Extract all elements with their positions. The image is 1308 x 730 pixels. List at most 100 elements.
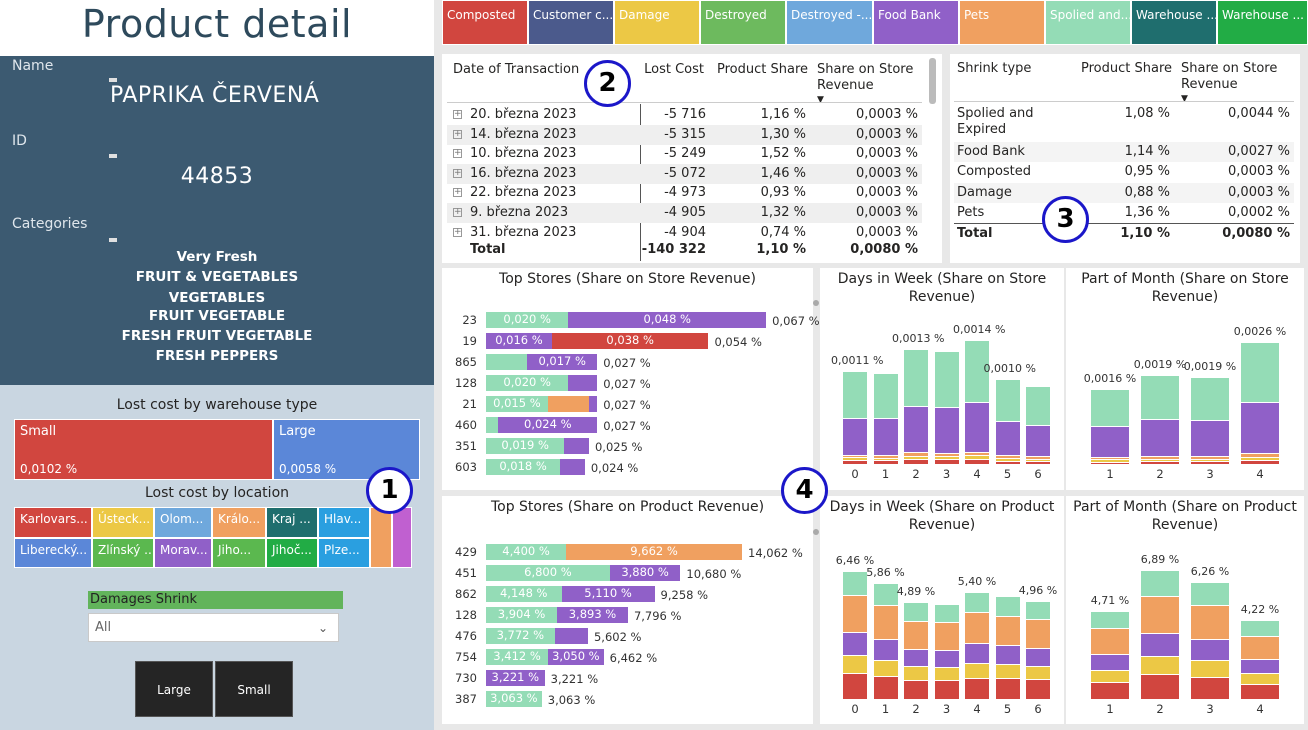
bar-segment[interactable]: 3,880 % bbox=[609, 565, 681, 581]
location-cell[interactable]: Plze... bbox=[318, 538, 370, 568]
column-segment[interactable] bbox=[843, 673, 867, 699]
column-segment[interactable] bbox=[934, 666, 959, 680]
col-header-date[interactable]: Date of Transaction bbox=[453, 62, 579, 78]
col-header-store-share[interactable]: Share on Store Revenue bbox=[817, 62, 917, 94]
column-segment[interactable] bbox=[934, 649, 959, 667]
column-segment[interactable] bbox=[965, 459, 989, 464]
location-cell[interactable] bbox=[392, 507, 412, 568]
bar-segment[interactable]: 9,662 % bbox=[566, 544, 742, 560]
column-segment[interactable] bbox=[843, 460, 867, 464]
column-segment[interactable] bbox=[965, 662, 989, 678]
column-segment[interactable] bbox=[1241, 683, 1279, 699]
legend-button[interactable]: Customer c... bbox=[528, 0, 614, 45]
column-segment[interactable] bbox=[1026, 456, 1050, 459]
bar-segment[interactable]: 0,038 % bbox=[551, 333, 709, 349]
bar-segment[interactable] bbox=[547, 396, 589, 412]
column-segment[interactable] bbox=[1091, 654, 1129, 670]
column-segment[interactable] bbox=[904, 602, 928, 621]
column-segment[interactable] bbox=[873, 638, 898, 660]
column-segment[interactable] bbox=[1141, 455, 1179, 459]
column-segment[interactable] bbox=[934, 603, 959, 622]
bar-segment[interactable]: 3,050 % bbox=[548, 649, 604, 665]
bar-segment[interactable] bbox=[554, 628, 588, 644]
column-segment[interactable] bbox=[1241, 453, 1279, 457]
column-segment[interactable] bbox=[934, 350, 959, 408]
column-segment[interactable] bbox=[873, 454, 898, 458]
column-segment[interactable] bbox=[1141, 458, 1179, 462]
bar-segment[interactable] bbox=[486, 417, 499, 433]
column-segment[interactable] bbox=[934, 621, 959, 650]
legend-button[interactable]: Pets bbox=[959, 0, 1045, 45]
column-segment[interactable] bbox=[1026, 386, 1050, 426]
column-segment[interactable] bbox=[843, 655, 867, 674]
col-header-product-share[interactable]: Product Share bbox=[717, 62, 808, 78]
column-segment[interactable] bbox=[1191, 461, 1229, 464]
column-segment[interactable] bbox=[965, 677, 989, 699]
shrink-dropdown[interactable]: All ⌄ bbox=[88, 613, 339, 642]
column-segment[interactable] bbox=[1241, 635, 1279, 659]
column-segment[interactable] bbox=[934, 459, 959, 464]
location-cell[interactable]: Kraj ... bbox=[266, 507, 318, 538]
location-cell[interactable]: Karlovars... bbox=[14, 507, 92, 538]
location-cell[interactable]: Olom... bbox=[154, 507, 212, 538]
column-segment[interactable] bbox=[1091, 461, 1129, 464]
column-segment[interactable] bbox=[995, 421, 1020, 456]
column-segment[interactable] bbox=[904, 666, 928, 680]
column-segment[interactable] bbox=[843, 417, 867, 455]
location-cell[interactable]: Králo... bbox=[212, 507, 266, 538]
column-segment[interactable] bbox=[843, 454, 867, 458]
column-segment[interactable] bbox=[1141, 595, 1179, 634]
col-header-lost-cost[interactable]: Lost Cost bbox=[632, 62, 704, 78]
column-segment[interactable] bbox=[934, 456, 959, 460]
treemap-cell-small[interactable]: Small 0,0102 % bbox=[14, 419, 273, 480]
column-segment[interactable] bbox=[873, 675, 898, 699]
column-segment[interactable] bbox=[965, 451, 989, 456]
legend-button[interactable]: Spolied and... bbox=[1045, 0, 1131, 45]
column-segment[interactable] bbox=[873, 659, 898, 676]
column-segment[interactable] bbox=[995, 615, 1020, 646]
column-segment[interactable] bbox=[1191, 377, 1229, 420]
legend-button[interactable]: Warehouse ... bbox=[1217, 0, 1308, 45]
bar-segment[interactable]: 0,018 % bbox=[486, 459, 561, 475]
legend-button[interactable]: Destroyed -... bbox=[786, 0, 873, 45]
column-segment[interactable] bbox=[1141, 570, 1179, 596]
column-segment[interactable] bbox=[1026, 647, 1050, 666]
column-segment[interactable] bbox=[1026, 460, 1050, 464]
column-segment[interactable] bbox=[1191, 660, 1229, 677]
bar-segment[interactable]: 0,020 % bbox=[486, 312, 569, 328]
column-segment[interactable] bbox=[1141, 461, 1179, 464]
bar-segment[interactable]: 3,772 % bbox=[486, 628, 555, 644]
bar-segment[interactable] bbox=[486, 354, 528, 370]
bar-segment[interactable]: 0,024 % bbox=[498, 417, 598, 433]
legend-button[interactable]: Destroyed bbox=[700, 0, 786, 45]
col-header-shrink-type[interactable]: Shrink type bbox=[957, 61, 1031, 77]
column-segment[interactable] bbox=[843, 371, 867, 418]
scrollbar[interactable] bbox=[929, 58, 936, 104]
column-segment[interactable] bbox=[904, 620, 928, 649]
column-segment[interactable] bbox=[1191, 605, 1229, 640]
bar-segment[interactable]: 0,048 % bbox=[568, 312, 767, 328]
column-segment[interactable] bbox=[873, 372, 898, 419]
column-segment[interactable] bbox=[873, 457, 898, 461]
col-header-product-share[interactable]: Product Share bbox=[1081, 61, 1172, 77]
column-segment[interactable] bbox=[995, 678, 1020, 699]
column-segment[interactable] bbox=[1026, 458, 1050, 461]
legend-button[interactable]: Warehouse ... bbox=[1131, 0, 1217, 45]
expand-icon[interactable]: + bbox=[453, 110, 462, 119]
bar-segment[interactable] bbox=[564, 438, 589, 454]
bar-segment[interactable]: 6,800 % bbox=[486, 565, 610, 581]
column-segment[interactable] bbox=[1191, 639, 1229, 661]
bar-segment[interactable]: 3,412 % bbox=[486, 649, 549, 665]
column-segment[interactable] bbox=[1141, 374, 1179, 419]
bar-segment[interactable]: 5,110 % bbox=[561, 586, 655, 602]
expand-icon[interactable]: + bbox=[453, 188, 462, 198]
column-segment[interactable] bbox=[995, 595, 1020, 616]
bar-segment[interactable]: 4,400 % bbox=[486, 544, 567, 560]
column-segment[interactable] bbox=[995, 460, 1020, 464]
column-segment[interactable] bbox=[995, 645, 1020, 664]
column-segment[interactable] bbox=[965, 612, 989, 644]
expand-icon[interactable]: + bbox=[453, 129, 462, 139]
expand-icon[interactable]: + bbox=[453, 227, 462, 237]
bar-segment[interactable] bbox=[560, 459, 585, 475]
column-segment[interactable] bbox=[904, 648, 928, 667]
